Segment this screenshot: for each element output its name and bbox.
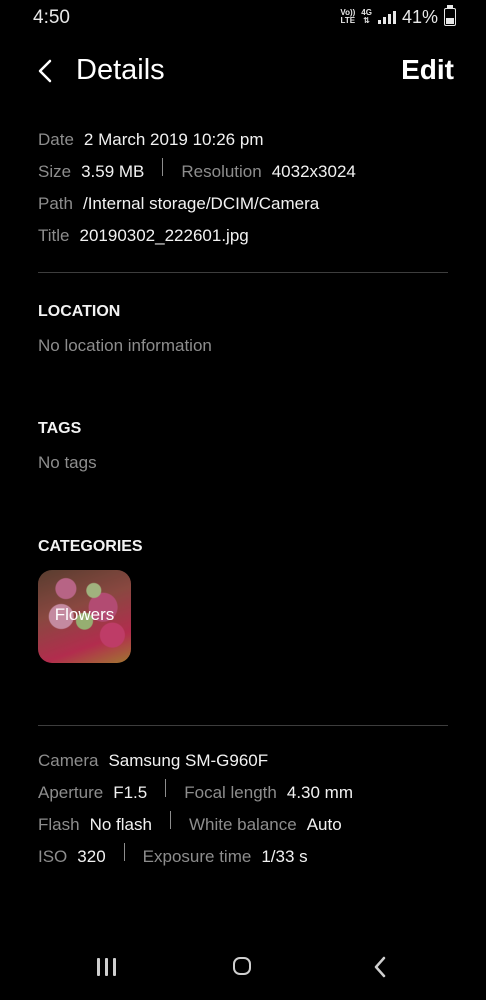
white-balance-value: Auto	[306, 815, 342, 834]
volte-icon: Vo)) LTE	[340, 8, 356, 25]
back-button[interactable]	[30, 56, 60, 86]
signal-icon	[377, 10, 396, 24]
title-value: 20190302_222601.jpg	[79, 226, 249, 245]
iso-exposure-row: ISO 320 Exposure time 1/33 s	[38, 843, 308, 871]
flash-value: No flash	[89, 815, 152, 834]
date-label: Date	[38, 130, 74, 149]
categories-heading: CATEGORIES	[38, 538, 143, 555]
date-value: 2 March 2019 10:26 pm	[83, 130, 264, 149]
edit-button[interactable]: Edit	[401, 54, 454, 86]
network-type-icon: 4G ⇅	[361, 8, 372, 25]
separator	[162, 158, 164, 176]
path-row: Path /Internal storage/DCIM/Camera	[38, 190, 319, 218]
battery-percent: 41%	[401, 6, 438, 27]
exposure-time-label: Exposure time	[142, 847, 252, 866]
recents-icon[interactable]	[97, 958, 116, 976]
page-title: Details	[76, 54, 165, 86]
status-time: 4:50	[33, 7, 70, 28]
aperture-value: F1.5	[113, 783, 148, 802]
status-bar: 4:50 Vo)) LTE 4G ⇅ 41%	[0, 0, 486, 36]
separator	[169, 811, 171, 829]
details-screen: 4:50 Vo)) LTE 4G ⇅ 41% Details Edit Date…	[0, 0, 486, 1000]
exposure-time-value: 1/33 s	[261, 847, 308, 866]
battery-icon	[444, 5, 456, 26]
size-resolution-row: Size 3.59 MB Resolution 4032x3024	[38, 158, 356, 186]
category-flowers-card[interactable]: Flowers	[38, 570, 131, 663]
location-heading: LOCATION	[38, 303, 121, 320]
camera-label: Camera	[38, 751, 99, 770]
focal-length-value: 4.30 mm	[286, 783, 353, 802]
white-balance-label: White balance	[188, 815, 297, 834]
separator	[123, 843, 125, 861]
status-icons: Vo)) LTE 4G ⇅ 41%	[340, 5, 456, 29]
camera-row: Camera Samsung SM-G960F	[38, 747, 268, 775]
separator	[165, 779, 167, 797]
system-nav-bar	[0, 936, 486, 1000]
location-empty-text: No location information	[38, 336, 212, 355]
title-label: Title	[38, 226, 70, 245]
resolution-label: Resolution	[181, 162, 262, 181]
home-icon[interactable]	[233, 957, 251, 975]
aperture-focal-row: Aperture F1.5 Focal length 4.30 mm	[38, 779, 353, 807]
category-label: Flowers	[54, 605, 115, 624]
back-icon[interactable]	[372, 956, 388, 978]
iso-label: ISO	[38, 847, 68, 866]
flash-label: Flash	[38, 815, 80, 834]
path-value: /Internal storage/DCIM/Camera	[82, 194, 320, 213]
resolution-value: 4032x3024	[271, 162, 356, 181]
chevron-left-icon	[38, 59, 52, 83]
date-row: Date 2 March 2019 10:26 pm	[38, 126, 263, 154]
size-value: 3.59 MB	[81, 162, 145, 181]
divider	[38, 725, 448, 726]
size-label: Size	[38, 162, 72, 181]
tags-empty-text: No tags	[38, 453, 97, 472]
iso-value: 320	[77, 847, 106, 866]
camera-value: Samsung SM-G960F	[108, 751, 269, 770]
tags-heading: TAGS	[38, 420, 82, 437]
divider	[38, 272, 448, 273]
title-row: Title 20190302_222601.jpg	[38, 222, 249, 250]
flash-wb-row: Flash No flash White balance Auto	[38, 811, 342, 839]
aperture-label: Aperture	[38, 783, 104, 802]
path-label: Path	[38, 194, 73, 213]
focal-length-label: Focal length	[184, 783, 277, 802]
app-header: Details Edit	[0, 48, 486, 96]
